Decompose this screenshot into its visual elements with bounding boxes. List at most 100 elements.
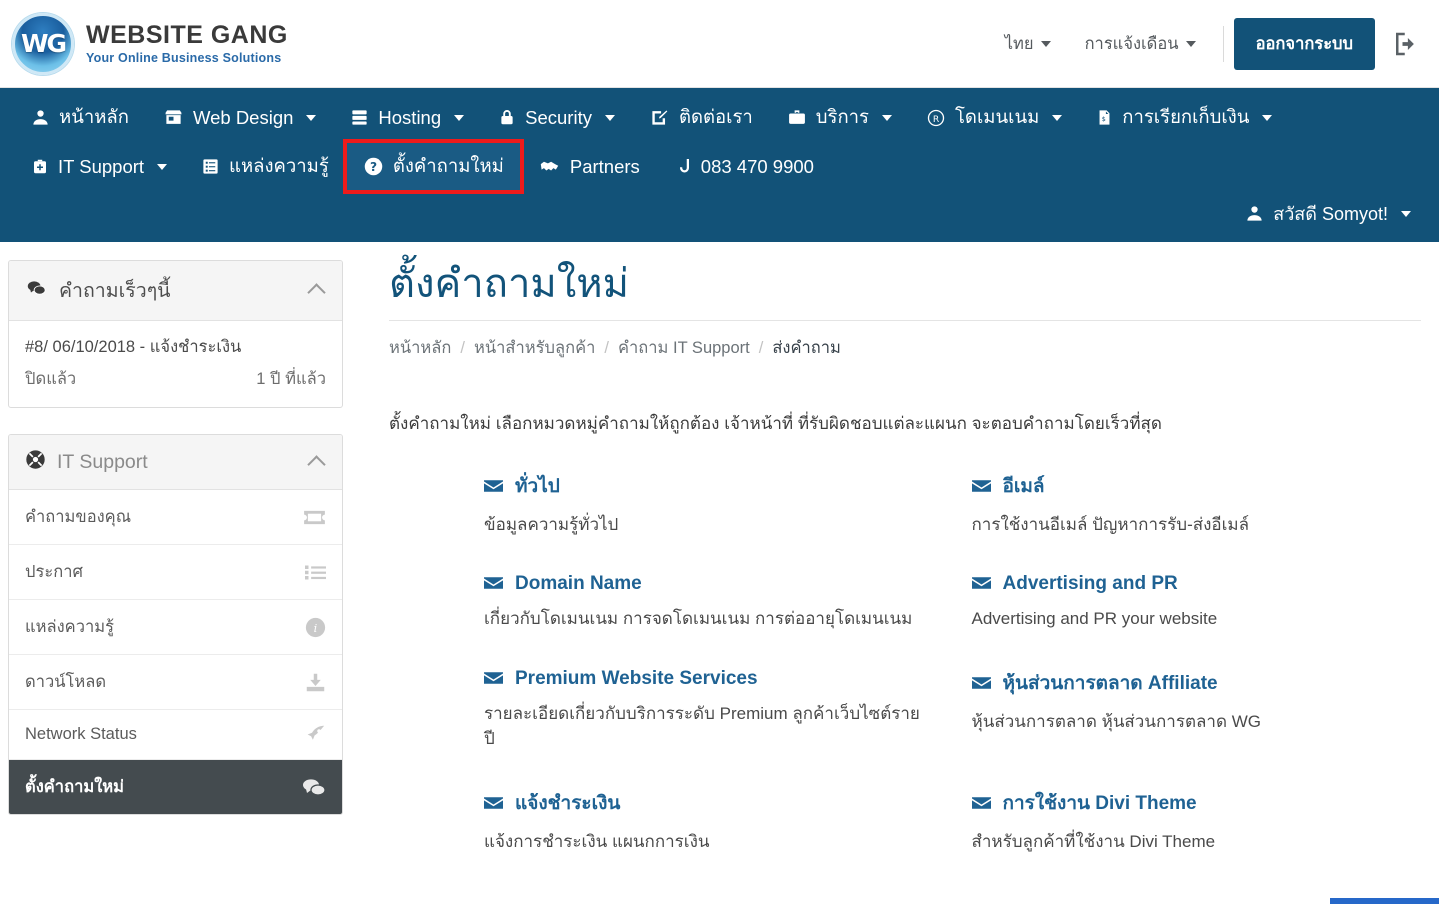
notifications-dropdown[interactable]: การแจ้งเดือน — [1068, 31, 1213, 57]
sidebar-item-new-ticket[interactable]: ตั้งคำถามใหม่ — [9, 760, 342, 814]
rocket-icon — [305, 724, 326, 745]
sidebar-item-your-tickets[interactable]: คำถามของคุณ — [9, 490, 342, 545]
sidebar-item-downloads[interactable]: ดาวน์โหลด — [9, 655, 342, 710]
list-icon — [305, 564, 326, 581]
book-icon — [201, 157, 220, 176]
nav-label: หน้าหลัก — [59, 106, 129, 127]
breadcrumb-separator: / — [758, 338, 764, 357]
language-label: ไทย — [1004, 34, 1034, 53]
department-link-email[interactable]: อีเมล์ — [971, 471, 1412, 501]
nav-label: บริการ — [815, 106, 869, 127]
registered-icon: R — [926, 108, 946, 128]
department-link-payment-notification[interactable]: แจ้งชำระเงิน — [484, 788, 924, 818]
nav-item-it-support[interactable]: IT Support — [14, 146, 184, 188]
edit-note-icon — [649, 108, 670, 127]
nav-label: 083 470 9900 — [700, 155, 814, 177]
svg-text:?: ? — [370, 160, 377, 174]
breadcrumb: หน้าหลัก / หน้าสำหรับลูกค้า / คำถาม IT S… — [389, 335, 1421, 361]
department-name: อีเมล์ — [1002, 475, 1045, 497]
svg-text:i: i — [314, 620, 318, 634]
lifebuoy-icon — [25, 449, 46, 475]
it-support-header[interactable]: IT Support — [9, 435, 342, 490]
comments-icon — [302, 777, 326, 797]
brand-tagline: Your Online Business Solutions — [86, 50, 282, 65]
nav-item-services[interactable]: บริการ — [770, 93, 909, 142]
nav-item-home[interactable]: หน้าหลัก — [14, 93, 146, 142]
breadcrumb-item-home[interactable]: หน้าหลัก — [389, 335, 451, 361]
breadcrumb-item-support-tickets[interactable]: คำถาม IT Support — [618, 335, 750, 361]
nav-label: Hosting — [378, 106, 442, 128]
page-title: ตั้งคำถามใหม่ — [389, 262, 630, 306]
department-name: ทั่วไป — [515, 475, 560, 497]
department-link-divi-theme[interactable]: การใช้งาน Divi Theme — [971, 788, 1412, 818]
recent-ticket-item[interactable]: #8/ 06/10/2018 - แจ้งชำระเงิน ปิดแล้ว 1 … — [9, 321, 342, 407]
department-card: Domain Name เกี่ยวกับโดเมนเนม การจดโดเมน… — [484, 573, 924, 632]
logout-button[interactable]: ออกจากระบบ — [1233, 17, 1375, 70]
it-support-title: IT Support — [57, 450, 148, 473]
breadcrumb-separator: / — [460, 338, 465, 357]
nav-item-new-ticket[interactable]: ? ตั้งคำถามใหม่ — [342, 139, 524, 194]
lock-icon — [498, 108, 516, 127]
chevron-down-icon — [1052, 114, 1063, 121]
nav-label: โดเมนเนม — [955, 106, 1040, 127]
chevron-down-icon — [882, 114, 892, 121]
chevron-down-icon — [1262, 114, 1273, 121]
department-link-advertising-pr[interactable]: Advertising and PR — [971, 573, 1412, 595]
brand-logo-block[interactable]: WG WEBSITE GANG Your Online Business Sol… — [12, 12, 288, 75]
chevron-up-icon[interactable] — [307, 283, 326, 302]
sidebar-item-announcements[interactable]: ประกาศ — [9, 545, 342, 600]
user-greeting-label: สวัสดี Somyot! — [1273, 204, 1388, 224]
language-selector[interactable]: ไทย — [988, 31, 1068, 57]
store-icon — [163, 108, 184, 127]
department-name: Premium Website Services — [515, 667, 758, 689]
department-name: Domain Name — [515, 573, 642, 594]
department-card: ทั่วไป ข้อมูลความรู้ทั่วไป — [484, 471, 924, 538]
ticket-status: ปิดแล้ว — [25, 370, 77, 388]
chevron-down-icon — [454, 114, 465, 121]
menu-label: แหล่งความรู้ — [25, 618, 114, 636]
nav-label: แหล่งความรู้ — [229, 155, 329, 176]
info-circle-icon: i — [305, 617, 326, 638]
nav-item-domain[interactable]: R โดเมนเนม — [909, 93, 1079, 142]
nav-label: IT Support — [58, 155, 145, 177]
department-description: Advertising and PR your website — [971, 609, 1218, 628]
it-support-panel: IT Support คำถามของคุณ ประกาศ แหล่งความร… — [8, 434, 343, 815]
nav-item-knowledge-base[interactable]: แหล่งความรู้ — [184, 142, 346, 191]
nav-item-hosting[interactable]: Hosting — [333, 97, 481, 139]
breadcrumb-item-client-area[interactable]: หน้าสำหรับลูกค้า — [474, 335, 595, 361]
brand-title: WEBSITE GANG — [86, 21, 288, 50]
nav-label: ติดต่อเรา — [678, 106, 753, 127]
department-link-affiliate[interactable]: หุ้นส่วนการตลาด Affiliate — [971, 668, 1412, 698]
nav-label: Partners — [569, 155, 640, 177]
nav-item-security[interactable]: Security — [481, 97, 632, 139]
nav-label: ตั้งคำถามใหม่ — [392, 155, 504, 176]
top-header-bar: WG WEBSITE GANG Your Online Business Sol… — [0, 0, 1439, 88]
department-grid: ทั่วไป ข้อมูลความรู้ทั่วไป อีเมล์ การใช้… — [389, 471, 1421, 855]
department-link-general[interactable]: ทั่วไป — [484, 471, 924, 501]
sidebar-item-network-status[interactable]: Network Status — [9, 710, 342, 760]
nav-item-phone[interactable]: 083 470 9900 — [657, 146, 831, 188]
envelope-icon — [971, 674, 991, 696]
nav-item-partners[interactable]: Partners — [521, 146, 657, 188]
nav-item-web-design[interactable]: Web Design — [146, 97, 333, 139]
user-account-menu[interactable]: สวัสดี Somyot! — [1237, 195, 1419, 232]
nav-item-billing[interactable]: $ การเรียกเก็บเงิน — [1079, 93, 1289, 142]
menu-label: Network Status — [25, 725, 137, 743]
server-icon — [350, 108, 369, 127]
department-card: Advertising and PR Advertising and PR yo… — [971, 573, 1412, 632]
menu-label: ดาวน์โหลด — [25, 673, 107, 691]
chevron-down-icon — [1040, 40, 1051, 47]
sidebar-item-knowledgebase[interactable]: แหล่งความรู้ i — [9, 600, 342, 655]
menu-label: ตั้งคำถามใหม่ — [25, 778, 125, 796]
chevron-down-icon — [1401, 210, 1411, 217]
department-card: Premium Website Services รายละเอียดเกี่ย… — [484, 668, 924, 752]
department-link-premium-website-services[interactable]: Premium Website Services — [484, 668, 924, 690]
user-icon — [1245, 204, 1264, 223]
user-icon — [31, 108, 50, 127]
recent-tickets-header[interactable]: คำถามเร็วๆนี้ — [9, 261, 342, 321]
chevron-up-icon[interactable] — [307, 454, 326, 474]
nav-item-contact[interactable]: ติดต่อเรา — [632, 93, 770, 142]
sign-out-icon[interactable] — [1391, 29, 1421, 59]
department-card: แจ้งชำระเงิน แจ้งการชำระเงิน แผนกการเงิน — [484, 788, 924, 855]
department-link-domain-name[interactable]: Domain Name — [484, 573, 924, 595]
